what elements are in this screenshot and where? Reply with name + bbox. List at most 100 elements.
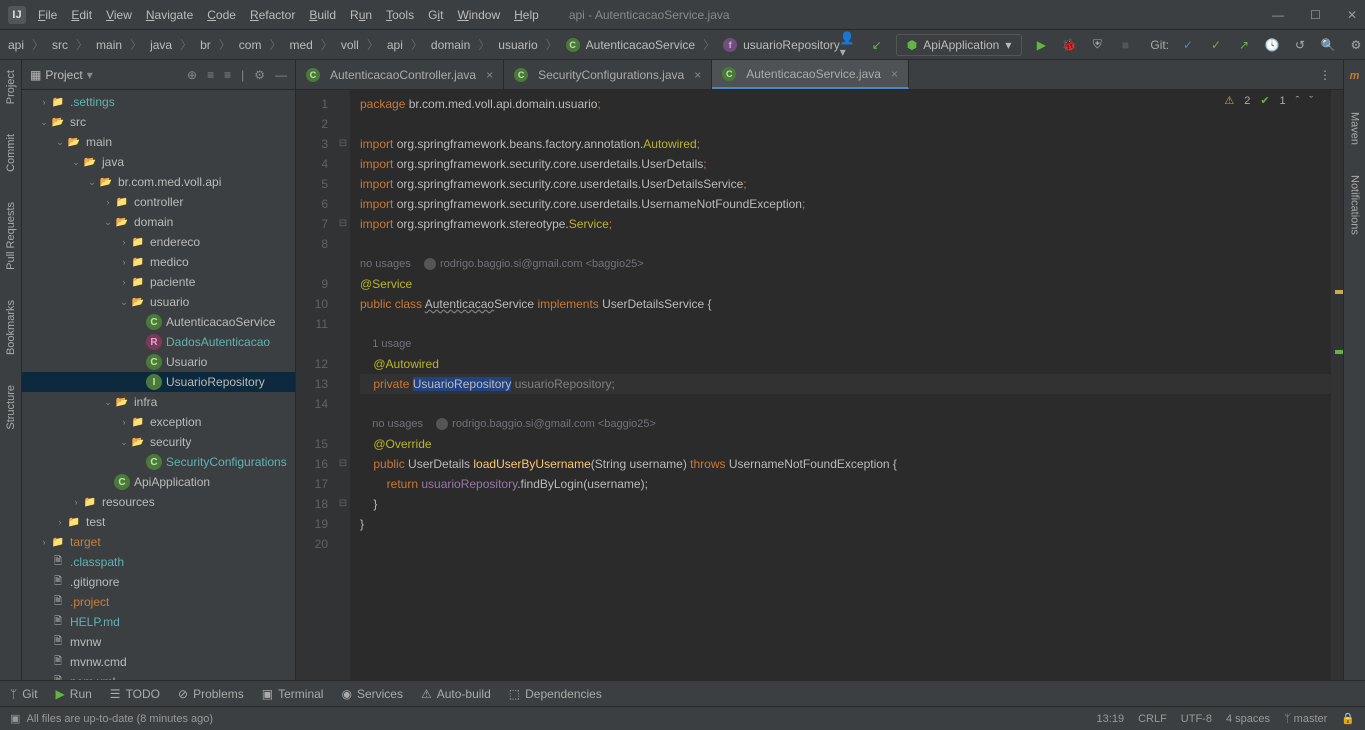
editor-tab[interactable]: CSecurityConfigurations.java× [504,60,712,89]
breadcrumb-item[interactable]: main [96,38,122,52]
tree-row[interactable]: RDadosAutenticacao [22,332,295,352]
chevron-down-icon[interactable]: ˇ [1309,95,1313,107]
bottom-tab-services[interactable]: ◉Services [341,687,403,701]
menu-tools[interactable]: Tools [386,8,414,22]
caret-icon[interactable]: ⌄ [102,217,114,228]
tree-row[interactable]: 🗎.classpath [22,552,295,572]
settings-icon[interactable]: ⚙ [1347,36,1365,54]
caret-icon[interactable]: › [118,277,130,287]
tree-row[interactable]: IUsuarioRepository [22,372,295,392]
breadcrumb-item[interactable]: api [8,38,24,52]
code-content[interactable]: package br.com.med.voll.api.domain.usuar… [350,90,1331,680]
tool-notifications[interactable]: Notifications [1349,175,1361,235]
warning-marker[interactable] [1335,290,1343,294]
status-icon[interactable]: ▣ [10,712,20,725]
close-icon[interactable]: × [891,67,898,81]
tool-commit[interactable]: Commit [5,134,17,172]
lock-icon[interactable]: 🔒 [1341,712,1355,725]
tree-row[interactable]: ⌄📂domain [22,212,295,232]
tab-menu-icon[interactable]: ⋮ [1307,60,1343,89]
git-commit-icon[interactable]: ✓ [1207,36,1225,54]
breadcrumb-item[interactable]: voll [341,38,359,52]
editor-tab[interactable]: CAutenticacaoController.java× [296,60,504,89]
collapse-all-icon[interactable]: ≡ [224,68,231,82]
line-separator[interactable]: CRLF [1138,713,1167,725]
breadcrumb-item[interactable]: domain [431,38,470,52]
tree-row[interactable]: 🗎pom.xml [22,672,295,680]
tree-row[interactable]: 🗎.project [22,592,295,612]
git-branch[interactable]: ᛘ master [1284,713,1327,725]
tool-bookmarks[interactable]: Bookmarks [5,300,17,355]
chevron-up-icon[interactable]: ˆ [1296,95,1300,107]
tree-row[interactable]: ›📁.settings [22,92,295,112]
caret-icon[interactable]: ⌄ [118,437,130,448]
tree-row[interactable]: ›📁target [22,532,295,552]
bottom-tab-terminal[interactable]: ▣Terminal [262,687,324,701]
ok-marker[interactable] [1335,350,1343,354]
breadcrumb-field[interactable]: usuarioRepository [743,38,840,52]
tree-row[interactable]: 🗎HELP.md [22,612,295,632]
menu-git[interactable]: Git [428,8,443,22]
breadcrumb-item[interactable]: br [200,38,211,52]
menu-refactor[interactable]: Refactor [250,8,295,22]
tree-row[interactable]: ⌄📂main [22,132,295,152]
close-button[interactable]: ✕ [1347,8,1357,22]
breadcrumb-item[interactable]: usuario [498,38,537,52]
caret-icon[interactable]: › [102,197,114,207]
tree-row[interactable]: 🗎.gitignore [22,572,295,592]
tree-row[interactable]: ›📁controller [22,192,295,212]
menu-build[interactable]: Build [309,8,336,22]
menu-file[interactable]: File [38,8,57,22]
tree-row[interactable]: CSecurityConfigurations [22,452,295,472]
git-push-icon[interactable]: ↗ [1235,36,1253,54]
tree-row[interactable]: ›📁medico [22,252,295,272]
tree-row[interactable]: ›📁endereco [22,232,295,252]
git-history-icon[interactable]: 🕓 [1263,36,1281,54]
bottom-tab-git[interactable]: ᛘGit [10,687,38,701]
hide-icon[interactable]: — [275,68,287,82]
menu-code[interactable]: Code [207,8,236,22]
tree-row[interactable]: CAutenticacaoService [22,312,295,332]
git-fetch-icon[interactable]: ↙ [868,36,886,54]
caret-icon[interactable]: ⌄ [118,297,130,308]
breadcrumb-item[interactable]: com [239,38,262,52]
caret-icon[interactable]: ⌄ [38,117,50,128]
tree-row[interactable]: ›📁exception [22,412,295,432]
menu-view[interactable]: View [106,8,132,22]
tree-row[interactable]: ⌄📂java [22,152,295,172]
breadcrumb-class[interactable]: AutenticacaoService [586,38,695,52]
caret-icon[interactable]: › [118,257,130,267]
coverage-button[interactable]: ⛨ [1088,36,1106,54]
run-config-select[interactable]: ⬢ ApiApplication ▾ [896,34,1023,56]
menu-run[interactable]: Run [350,8,372,22]
caret-icon[interactable]: › [70,497,82,507]
maximize-button[interactable]: ☐ [1310,8,1321,22]
tree-row[interactable]: ›📁resources [22,492,295,512]
caret-icon[interactable]: ⌄ [102,397,114,408]
tree-row[interactable]: ›📁test [22,512,295,532]
caret-icon[interactable]: › [38,97,50,107]
menu-edit[interactable]: Edit [71,8,92,22]
tree-row[interactable]: 🗎mvnw.cmd [22,652,295,672]
breadcrumb-item[interactable]: src [52,38,68,52]
stop-button[interactable]: ■ [1116,36,1134,54]
caret-icon[interactable]: › [118,237,130,247]
bottom-tab-autobuild[interactable]: ⚠Auto-build [421,687,491,701]
debug-button[interactable]: 🐞 [1060,36,1078,54]
caret-icon[interactable]: › [118,417,130,427]
search-icon[interactable]: 🔍 [1319,36,1337,54]
inspections-widget[interactable]: ⚠2 ✔1 ˆ ˇ [1224,94,1313,107]
chevron-down-icon[interactable]: ▾ [87,68,93,82]
bottom-tab-todo[interactable]: ☰TODO [110,687,160,701]
caret-icon[interactable]: › [54,517,66,527]
tool-project[interactable]: Project [5,70,17,104]
tree-row[interactable]: CUsuario [22,352,295,372]
tool-pull-requests[interactable]: Pull Requests [5,202,17,270]
tree-row[interactable]: ›📁paciente [22,272,295,292]
breadcrumb-item[interactable]: med [289,38,312,52]
close-icon[interactable]: × [694,68,701,82]
indent-info[interactable]: 4 spaces [1226,713,1270,725]
breadcrumb-item[interactable]: api [387,38,403,52]
bottom-tab-run[interactable]: ▶Run [56,687,92,701]
tree-row[interactable]: ⌄📂br.com.med.voll.api [22,172,295,192]
